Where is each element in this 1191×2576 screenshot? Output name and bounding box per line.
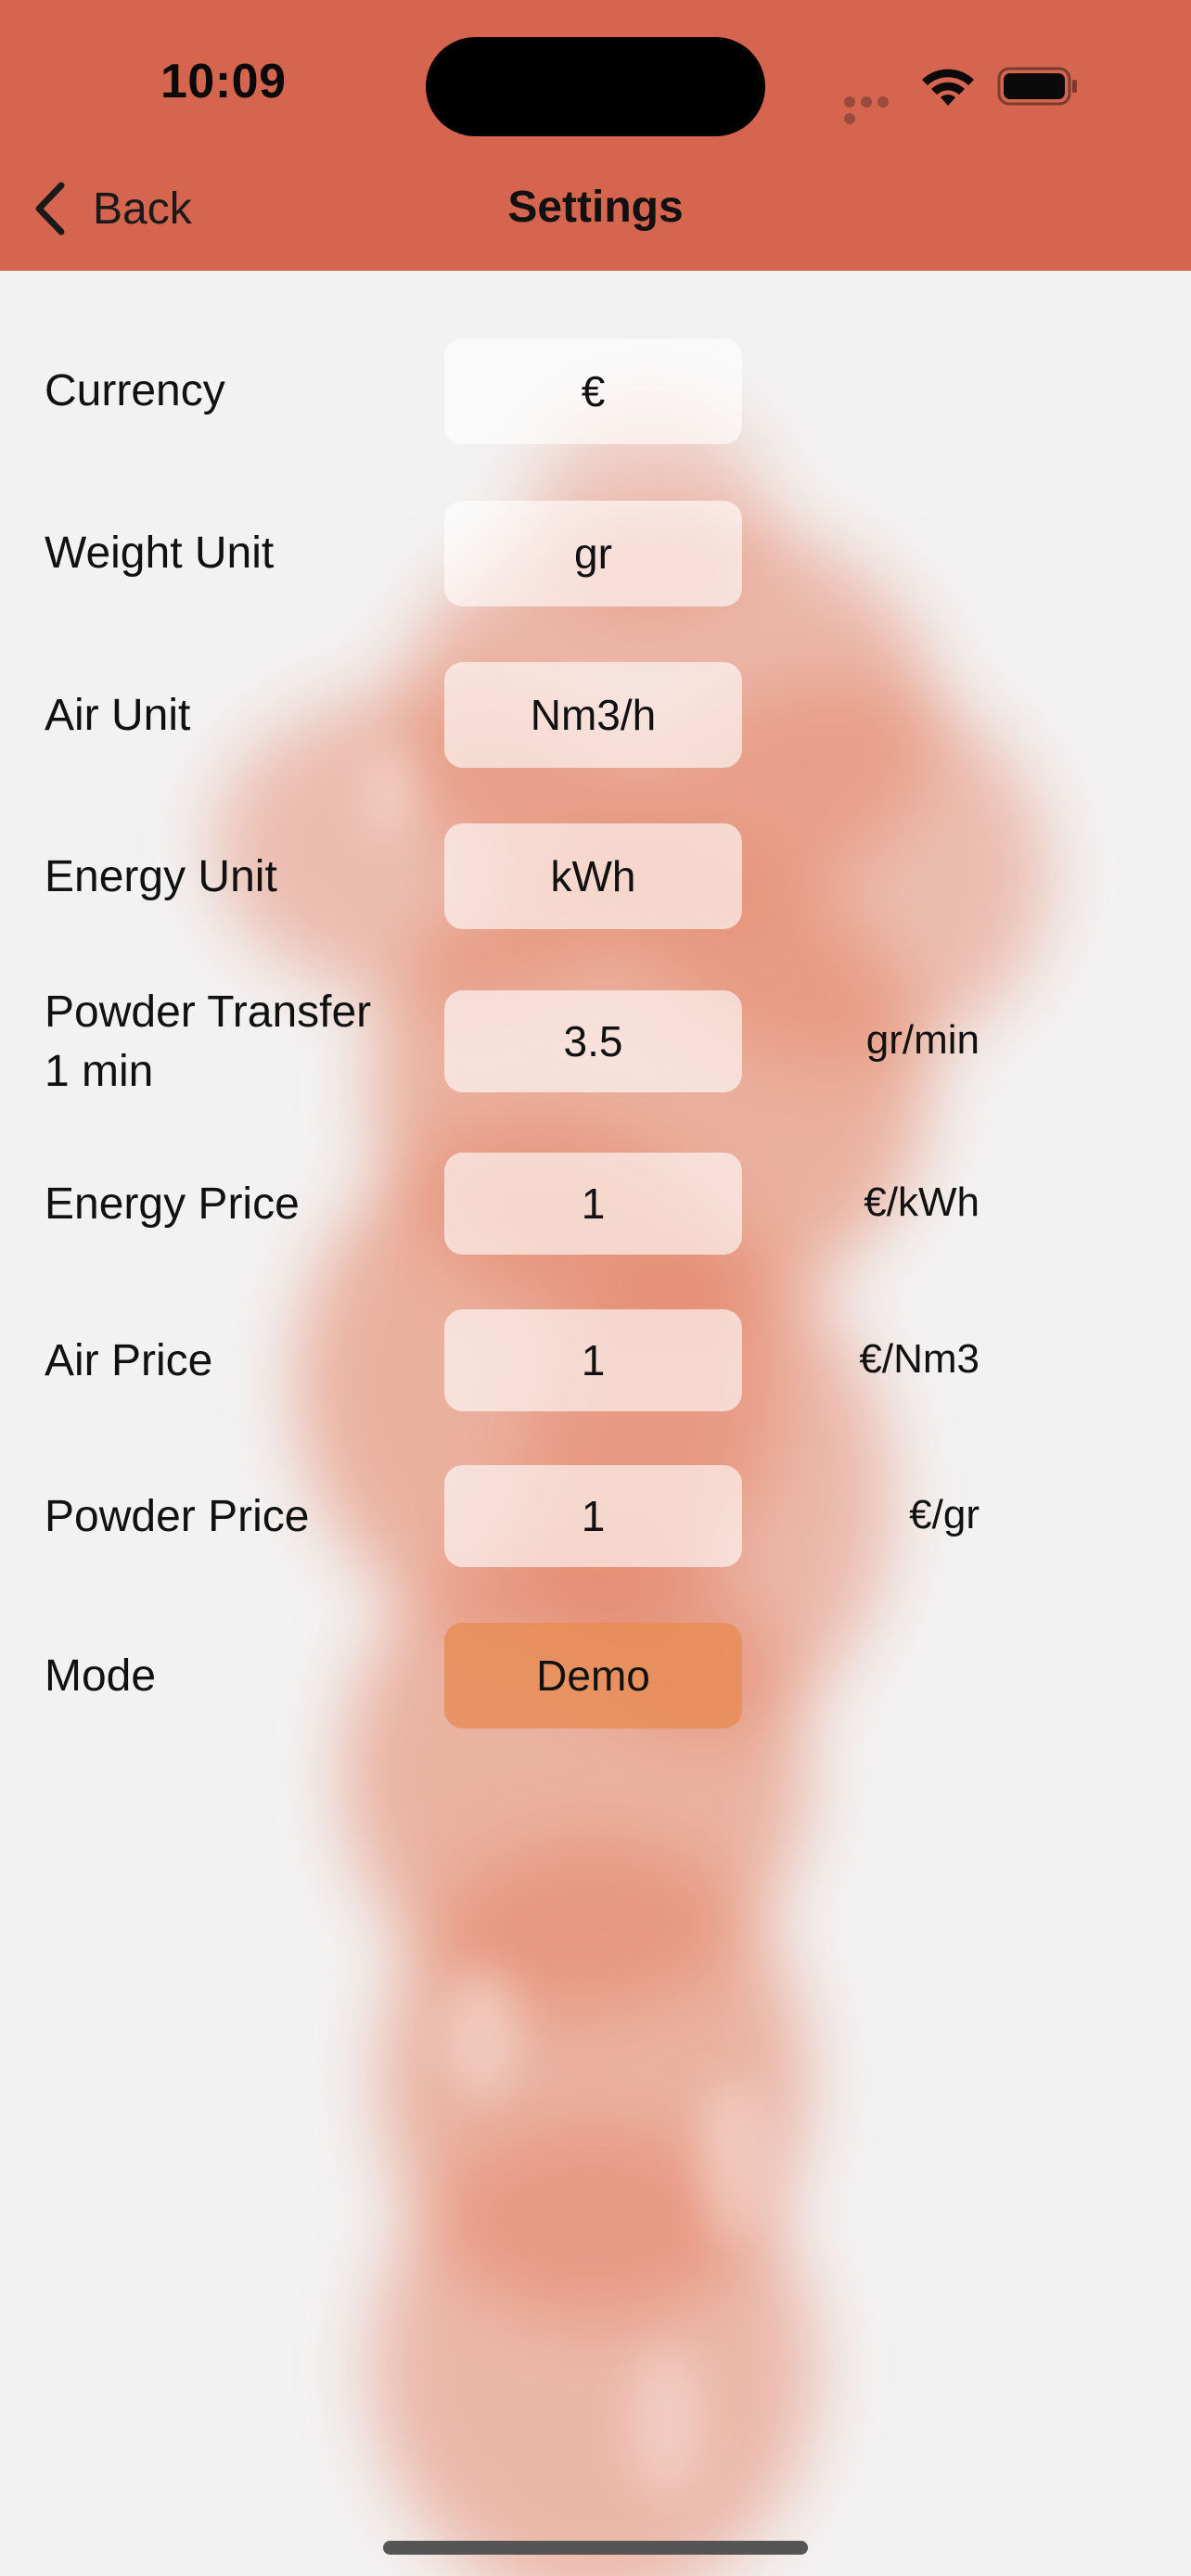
- smoke-background-image: [213, 401, 1048, 2576]
- navigation-header: 10:09 Back Settings: [0, 0, 1191, 271]
- dynamic-island: [426, 37, 765, 136]
- mode-label: Mode: [45, 1651, 157, 1701]
- powder-transfer-field[interactable]: 3.5: [444, 990, 742, 1092]
- powder-price-label: Powder Price: [45, 1492, 310, 1541]
- powder-price-unit: €/gr: [909, 1492, 980, 1537]
- powder-transfer-label-line1: Powder Transfer: [45, 988, 372, 1037]
- cellular-icon: [844, 96, 907, 124]
- air-price-label: Air Price: [45, 1336, 213, 1385]
- battery-icon: [997, 67, 1077, 106]
- currency-label: Currency: [45, 366, 225, 415]
- powder-transfer-label: Powder Transfer 1 min: [45, 983, 371, 1102]
- energy-price-field[interactable]: 1: [444, 1153, 742, 1255]
- air-price-unit: €/Nm3: [859, 1336, 980, 1382]
- powder-transfer-unit: gr/min: [865, 1017, 980, 1063]
- mode-button[interactable]: Demo: [444, 1623, 742, 1728]
- wifi-icon: [922, 69, 974, 106]
- energy-unit-label: Energy Unit: [45, 852, 277, 901]
- weight-unit-field[interactable]: gr: [444, 501, 742, 606]
- air-price-field[interactable]: 1: [444, 1309, 742, 1411]
- energy-price-unit: €/kWh: [864, 1180, 980, 1225]
- powder-transfer-label-line2: 1 min: [45, 1047, 154, 1096]
- energy-price-label: Energy Price: [45, 1180, 300, 1229]
- page-title: Settings: [507, 183, 684, 232]
- weight-unit-label: Weight Unit: [45, 529, 275, 578]
- currency-field[interactable]: €: [444, 338, 742, 444]
- air-unit-field[interactable]: Nm3/h: [444, 662, 742, 768]
- energy-unit-field[interactable]: kWh: [444, 823, 742, 929]
- air-unit-label: Air Unit: [45, 691, 191, 740]
- home-indicator[interactable]: [383, 2541, 808, 2555]
- status-time: 10:09: [160, 55, 287, 108]
- powder-price-field[interactable]: 1: [444, 1465, 742, 1567]
